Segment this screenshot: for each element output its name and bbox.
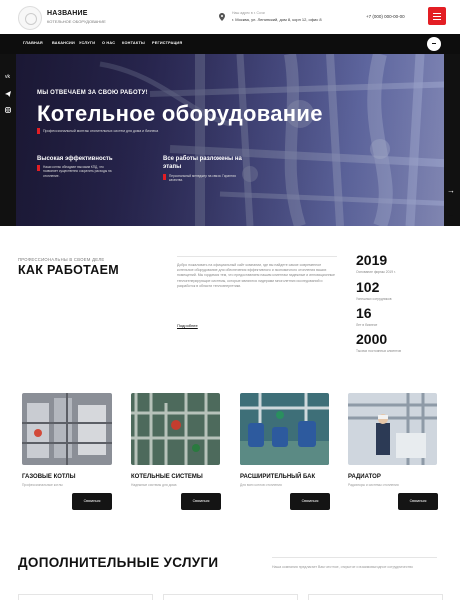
product-title[interactable]: РАДИАТОР xyxy=(348,474,381,480)
stat-number: 16 xyxy=(356,305,372,321)
nav-item-vacancies[interactable]: ВАКАНСИИ xyxy=(52,41,75,45)
product-subtitle: Радиаторы и системы отопления xyxy=(348,483,399,487)
address-value: г. Москва, ул. Ленинский, дом 8, корп 12… xyxy=(232,17,322,22)
social-sidebar: vk xyxy=(0,54,16,226)
feature-title: Все работы разложены на xyxy=(163,156,242,162)
section-title: ДОПОЛНИТЕЛЬНЫЕ УСЛУГИ xyxy=(18,555,219,570)
slider-next-icon[interactable]: → xyxy=(447,186,455,195)
product-subtitle: Профессиональные котлы xyxy=(22,483,63,487)
nav-item-home[interactable]: ГЛАВНАЯ xyxy=(23,41,43,45)
divider xyxy=(272,557,437,558)
menu-bar-icon xyxy=(433,13,441,14)
contact-button[interactable]: Связаться xyxy=(181,493,221,510)
nav-item-services[interactable]: УСЛУГИ xyxy=(79,41,95,45)
hero-overlay xyxy=(16,54,444,226)
stat-number: 2000 xyxy=(356,331,388,347)
site-header: НАЗВАНИЕ КОТЕЛЬНОЕ ОБОРУДОВАНИЕ Наш адре… xyxy=(0,0,460,34)
contact-button[interactable]: Связаться xyxy=(398,493,438,510)
section-text: Наша компания предлагает Вам честное, от… xyxy=(272,565,413,569)
intro-text: Добро пожаловать на официальный сайт ком… xyxy=(177,263,335,288)
hero-right-bar xyxy=(444,54,460,226)
address-label: Наш адрес в г. Сочи xyxy=(232,11,265,15)
svg-text:vk: vk xyxy=(5,74,11,79)
hero-description: Профессиональный монтаж отопительных сис… xyxy=(43,129,159,133)
feature-text: Наши котлы обладают высоким КПД, что поз… xyxy=(43,165,112,178)
stat-number: 2019 xyxy=(356,252,388,268)
hero-kicker: МЫ ОТВЕЧАЕМ ЗА СВОЮ РАБОТУ! xyxy=(37,90,148,96)
divider xyxy=(177,256,337,257)
stat-label: Лет в бизнесе xyxy=(356,323,378,327)
menu-button[interactable] xyxy=(428,7,446,25)
product-title[interactable]: КОТЕЛЬНЫЕ СИСТЕМЫ xyxy=(131,474,203,480)
feature-text: Персональный менеджер на связи. Гарантия… xyxy=(169,174,236,183)
section-kicker: ПРОФЕССИОНАЛЬНЫ В СВОЕМ ДЕЛЕ xyxy=(18,257,105,262)
product-subtitle: Для всех котлов отопления xyxy=(240,483,282,487)
product-title[interactable]: ГАЗОВЫЕ КОТЛЫ xyxy=(22,474,76,480)
vk-icon[interactable]: vk xyxy=(5,66,11,80)
feature-title: Высокая эффективность xyxy=(37,156,113,162)
accent-marker xyxy=(163,174,166,180)
brand-title[interactable]: НАЗВАНИЕ xyxy=(47,10,88,17)
product-image-radiator[interactable] xyxy=(348,393,437,465)
stat-label: Тысячи постоянных клиентов xyxy=(356,349,402,353)
slider-prev-icon[interactable]: ← xyxy=(447,210,455,219)
menu-bar-icon xyxy=(433,16,441,17)
service-card[interactable] xyxy=(163,594,298,600)
product-image-expansion-tank[interactable] xyxy=(240,393,329,465)
feature-title-cont: этапы xyxy=(163,164,182,170)
menu-bar-icon xyxy=(433,19,441,20)
product-image-boiler-systems[interactable] xyxy=(131,393,220,465)
product-image-gas-boilers[interactable] xyxy=(22,393,112,465)
more-link[interactable]: Подробнее xyxy=(177,323,198,328)
logo-icon[interactable] xyxy=(18,6,42,30)
section-title: КАК РАБОТАЕМ xyxy=(18,263,119,277)
contact-button[interactable]: Связаться xyxy=(72,493,112,510)
service-card[interactable] xyxy=(308,594,443,600)
accent-marker xyxy=(37,165,40,171)
nav-item-registration[interactable]: РЕГИСТРАЦИЯ xyxy=(152,41,182,45)
stat-number: 102 xyxy=(356,279,380,295)
phone-number[interactable]: +7 (000) 000-00-00 xyxy=(366,14,405,19)
nav-item-contacts[interactable]: КОНТАКТЫ xyxy=(122,41,145,45)
stat-label: Основание фирмы 2019 г. xyxy=(356,270,396,274)
hero-title: Котельное оборудование xyxy=(37,101,323,126)
nav-item-about[interactable]: О НАС xyxy=(102,41,115,45)
telegram-icon[interactable] xyxy=(5,84,11,97)
search-button[interactable] xyxy=(427,37,441,51)
instagram-icon[interactable] xyxy=(5,100,11,113)
service-card[interactable] xyxy=(18,594,153,600)
brand-subtitle: КОТЕЛЬНОЕ ОБОРУДОВАНИЕ xyxy=(47,19,106,24)
product-title[interactable]: РАСШИРИТЕЛЬНЫЙ БАК xyxy=(240,474,315,480)
product-subtitle: Надежные системы для дома xyxy=(131,483,177,487)
accent-marker xyxy=(37,128,40,134)
map-pin-icon xyxy=(219,13,225,21)
stat-label: Успешных сотрудников xyxy=(356,297,392,301)
main-nav: ГЛАВНАЯ ВАКАНСИИ УСЛУГИ О НАС КОНТАКТЫ Р… xyxy=(0,34,460,54)
contact-button[interactable]: Связаться xyxy=(290,493,330,510)
